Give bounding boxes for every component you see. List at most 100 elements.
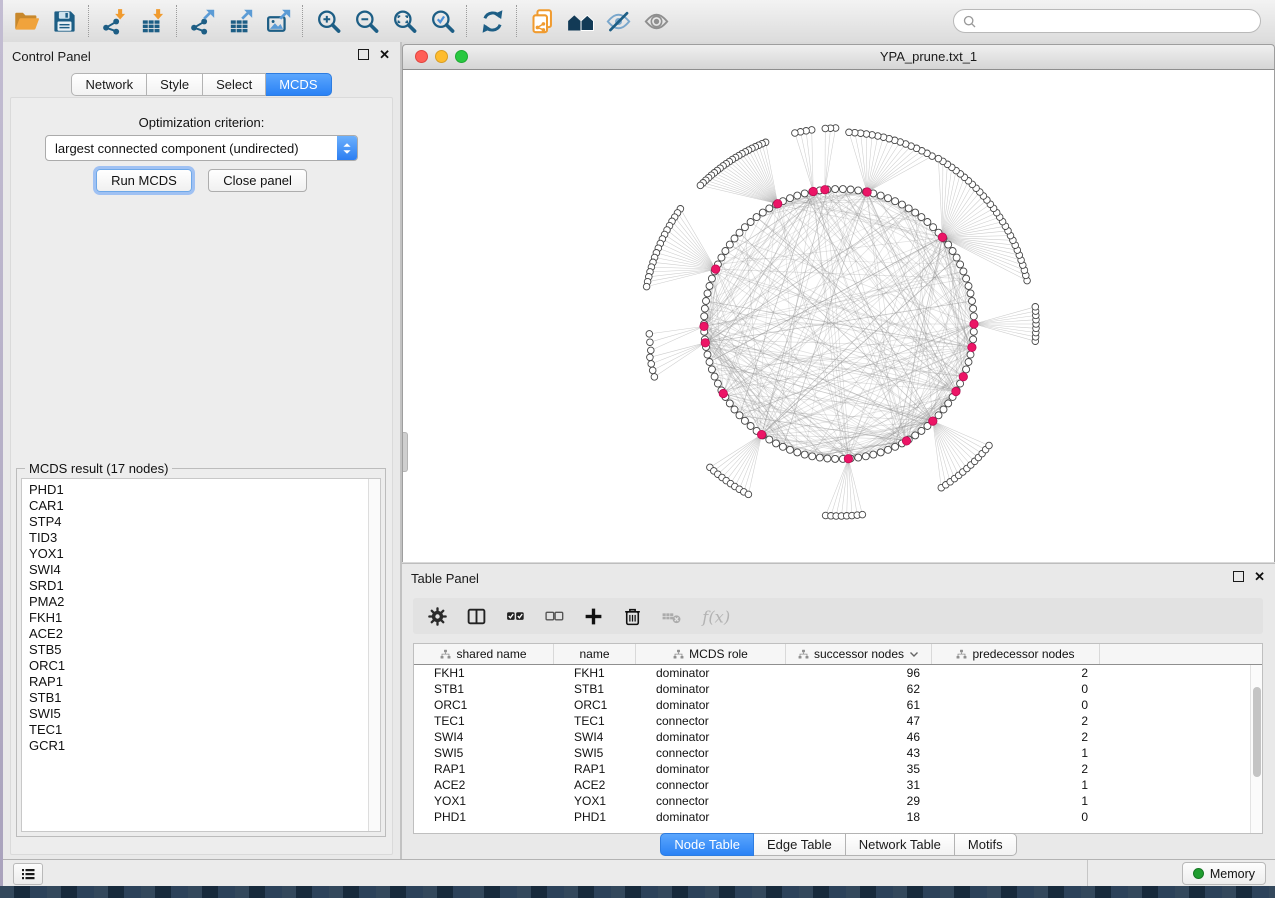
graph-node[interactable]	[924, 219, 931, 226]
graph-node[interactable]	[967, 290, 974, 297]
column-header-name[interactable]: name	[554, 644, 636, 664]
table-row[interactable]: ACE2ACE2connector311	[414, 777, 1262, 793]
mcds-result-item[interactable]: FKH1	[22, 610, 380, 626]
graph-hub-node[interactable]	[929, 417, 937, 425]
graph-node[interactable]	[787, 446, 794, 453]
graph-leaf-node[interactable]	[935, 155, 942, 162]
splitter-handle[interactable]	[403, 432, 408, 472]
graph-node[interactable]	[945, 241, 952, 248]
graph-leaf-node[interactable]	[648, 347, 655, 354]
cell-predecessor-nodes[interactable]: 0	[932, 810, 1100, 824]
import-network-button[interactable]	[95, 3, 133, 39]
cell-successor-nodes[interactable]: 35	[786, 762, 932, 776]
graph-node[interactable]	[892, 443, 899, 450]
graph-node[interactable]	[809, 453, 816, 460]
cell-shared-name[interactable]: STB1	[414, 682, 554, 696]
graph-node[interactable]	[862, 453, 869, 460]
graph-node[interactable]	[779, 443, 786, 450]
graph-node[interactable]	[885, 446, 892, 453]
mcds-result-item[interactable]: CAR1	[22, 498, 380, 514]
refresh-button[interactable]	[473, 3, 511, 39]
graph-node[interactable]	[787, 195, 794, 202]
zoom-selected-button[interactable]	[423, 3, 461, 39]
graph-node[interactable]	[704, 351, 711, 358]
save-button[interactable]	[45, 3, 83, 39]
graph-leaf-node[interactable]	[646, 331, 653, 338]
first-neighbors-button[interactable]	[561, 3, 599, 39]
graph-node[interactable]	[877, 192, 884, 199]
graph-node[interactable]	[741, 417, 748, 424]
cell-name[interactable]: ORC1	[554, 698, 636, 712]
cell-successor-nodes[interactable]: 62	[786, 682, 932, 696]
graph-node[interactable]	[855, 454, 862, 461]
tab-mcds[interactable]: MCDS	[266, 73, 331, 96]
graph-hub-node[interactable]	[774, 200, 782, 208]
graph-leaf-node[interactable]	[651, 374, 658, 381]
graph-node[interactable]	[965, 359, 972, 366]
graph-node[interactable]	[832, 455, 839, 462]
graph-node[interactable]	[701, 305, 708, 312]
mcds-result-item[interactable]: STB5	[22, 642, 380, 658]
deselect-all-button[interactable]	[544, 606, 565, 627]
tab-network-table[interactable]: Network Table	[846, 833, 955, 856]
graph-node[interactable]	[839, 186, 846, 193]
graph-node[interactable]	[940, 406, 947, 413]
cell-predecessor-nodes[interactable]: 2	[932, 714, 1100, 728]
graph-node[interactable]	[963, 366, 970, 373]
search-input[interactable]	[983, 13, 1252, 29]
column-header-MCDS-role[interactable]: MCDS role	[636, 644, 786, 664]
graph-node[interactable]	[967, 351, 974, 358]
cell-MCDS-role[interactable]: connector	[636, 794, 786, 808]
table-row[interactable]: TEC1TEC1connector472	[414, 713, 1262, 729]
mcds-result-item[interactable]: TID3	[22, 530, 380, 546]
graph-node[interactable]	[722, 248, 729, 255]
table-row[interactable]: SWI4SWI4dominator462	[414, 729, 1262, 745]
graph-leaf-node[interactable]	[846, 129, 853, 136]
cell-predecessor-nodes[interactable]: 0	[932, 698, 1100, 712]
mcds-result-item[interactable]: SWI5	[22, 706, 380, 722]
mcds-result-item[interactable]: SRD1	[22, 578, 380, 594]
graph-node[interactable]	[970, 313, 977, 320]
delete-row-button[interactable]	[622, 606, 643, 627]
mcds-result-item[interactable]: GCR1	[22, 738, 380, 754]
cell-shared-name[interactable]: FKH1	[414, 666, 554, 680]
cell-name[interactable]: STB1	[554, 682, 636, 696]
tab-select[interactable]: Select	[203, 73, 266, 96]
cell-shared-name[interactable]: ORC1	[414, 698, 554, 712]
cell-predecessor-nodes[interactable]: 1	[932, 746, 1100, 760]
graph-node[interactable]	[706, 283, 713, 290]
graph-node[interactable]	[824, 455, 831, 462]
graph-leaf-node[interactable]	[647, 339, 654, 346]
zoom-in-button[interactable]	[309, 3, 347, 39]
cell-shared-name[interactable]: SWI4	[414, 730, 554, 744]
graph-node[interactable]	[970, 328, 977, 335]
cell-MCDS-role[interactable]: dominator	[636, 730, 786, 744]
graph-node[interactable]	[970, 305, 977, 312]
graph-node[interactable]	[877, 449, 884, 456]
zoom-out-button[interactable]	[347, 3, 385, 39]
mcds-result-item[interactable]: PHD1	[22, 482, 380, 498]
cell-name[interactable]: SWI4	[554, 730, 636, 744]
mcds-result-item[interactable]: YOX1	[22, 546, 380, 562]
cell-name[interactable]: TEC1	[554, 714, 636, 728]
mcds-result-item[interactable]: RAP1	[22, 674, 380, 690]
graph-node[interactable]	[766, 205, 773, 212]
zoom-fit-button[interactable]	[385, 3, 423, 39]
graph-node[interactable]	[949, 248, 956, 255]
cell-shared-name[interactable]: SWI5	[414, 746, 554, 760]
graph-node[interactable]	[747, 219, 754, 226]
graph-hub-node[interactable]	[938, 233, 946, 241]
close-panel-button[interactable]: Close panel	[208, 169, 307, 192]
export-table-button[interactable]	[221, 3, 259, 39]
graph-node[interactable]	[766, 436, 773, 443]
mcds-result-item[interactable]: STP4	[22, 514, 380, 530]
graph-leaf-node[interactable]	[745, 491, 752, 498]
graph-node[interactable]	[794, 449, 801, 456]
table-row[interactable]: RAP1RAP1dominator352	[414, 761, 1262, 777]
export-network-button[interactable]	[183, 3, 221, 39]
network-canvas[interactable]	[402, 70, 1275, 562]
toggle-panels-button[interactable]	[13, 863, 43, 885]
cell-MCDS-role[interactable]: connector	[636, 714, 786, 728]
run-mcds-button[interactable]: Run MCDS	[96, 169, 192, 192]
table-row[interactable]: ORC1ORC1dominator610	[414, 697, 1262, 713]
